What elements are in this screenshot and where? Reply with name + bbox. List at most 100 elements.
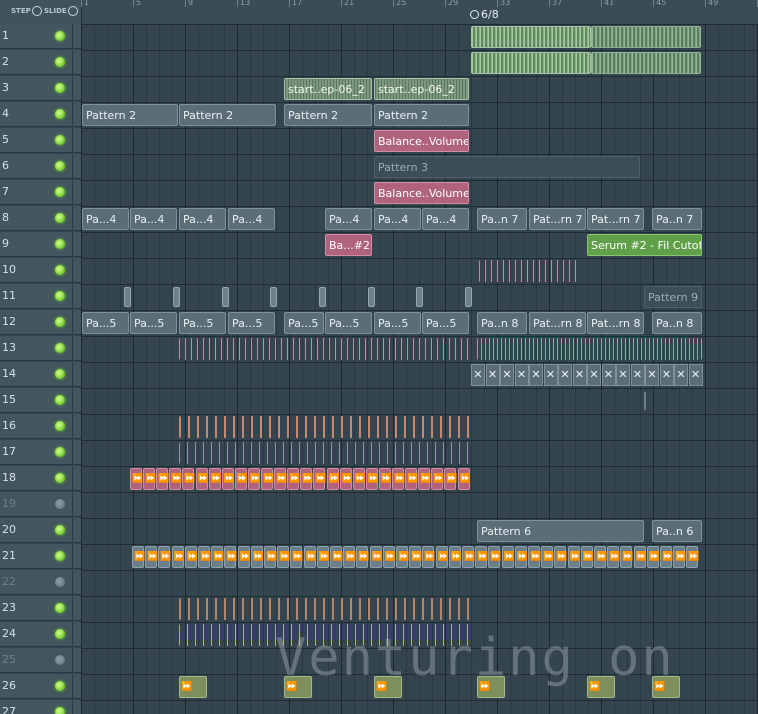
automation-clip[interactable]: ⏩ — [247, 468, 261, 490]
track-header[interactable]: 3 — [0, 76, 81, 101]
pattern-clip[interactable]: ⏩ — [145, 546, 158, 568]
track-mute-led-icon[interactable] — [55, 317, 65, 327]
track-header[interactable]: 24 — [0, 622, 81, 647]
track-header[interactable]: 5 — [0, 128, 81, 153]
track-mute-led-icon[interactable] — [55, 109, 65, 119]
automation-clip[interactable]: ⏩ — [326, 468, 340, 490]
track-header[interactable]: 8 — [0, 206, 81, 231]
pattern-clip-mini[interactable] — [644, 392, 646, 410]
track-mute-led-icon[interactable] — [55, 343, 65, 353]
pattern-clip[interactable]: ⏩ — [184, 546, 198, 568]
track-header[interactable]: 14 — [0, 362, 81, 387]
pattern-clip[interactable]: ⏩ — [158, 546, 172, 568]
track-header[interactable]: 27 — [0, 700, 81, 714]
pattern-clip-muted[interactable]: ✕ — [529, 364, 543, 386]
pattern-clip[interactable]: Pattern 2 — [179, 104, 276, 126]
track-mute-led-icon[interactable] — [55, 525, 65, 535]
track-header[interactable]: 9 — [0, 232, 81, 257]
track-header[interactable]: 20 — [0, 518, 81, 543]
track-mute-led-icon[interactable] — [55, 213, 65, 223]
track-header[interactable]: 2 — [0, 50, 81, 75]
pattern-clip[interactable]: ⏩ — [554, 546, 568, 568]
pattern-clip[interactable]: Pattern 6 — [477, 520, 644, 542]
track-header[interactable]: 13 — [0, 336, 81, 361]
step-radio-icon[interactable] — [31, 6, 42, 16]
pattern-clip-muted[interactable]: ✕ — [558, 364, 572, 386]
pattern-clip[interactable]: ⏩ — [290, 546, 304, 568]
pattern-clip[interactable]: Pa..n 7 — [652, 208, 702, 230]
pattern-clip[interactable]: ⏩ — [620, 546, 634, 568]
pattern-clip[interactable]: ⏩ — [607, 546, 620, 568]
track-mute-led-icon[interactable] — [55, 187, 65, 197]
pattern-clip[interactable]: ⏩ — [356, 546, 370, 568]
slide-toggle[interactable]: SLIDE — [44, 6, 78, 16]
pattern-clip[interactable]: Pa..n 6 — [652, 520, 702, 542]
pattern-clip-muted[interactable]: ✕ — [485, 364, 500, 386]
track-mute-led-icon[interactable] — [55, 57, 65, 67]
pattern-clip[interactable]: ⏩ — [514, 546, 528, 568]
track-mute-led-icon[interactable] — [55, 369, 65, 379]
pattern-clip[interactable]: Pattern 2 — [82, 104, 178, 126]
pattern-clip[interactable]: ⏩ — [488, 546, 502, 568]
pattern-clip[interactable]: Pa...4 — [325, 208, 372, 230]
track-mute-led-icon[interactable] — [55, 499, 65, 509]
pattern-clip[interactable]: ⏩ — [382, 546, 396, 568]
pattern-clip[interactable]: Pa...4 — [179, 208, 226, 230]
pattern-clip[interactable]: ⏩ — [179, 676, 207, 698]
pattern-clip[interactable]: ⏩ — [211, 546, 224, 568]
track-header[interactable]: 6 — [0, 154, 81, 179]
pattern-clip-muted[interactable]: ✕ — [659, 364, 674, 386]
pattern-clip[interactable]: Pa...5 — [422, 312, 469, 334]
track-header[interactable]: 10 — [0, 258, 81, 283]
pattern-clip[interactable]: Pa...4 — [228, 208, 275, 230]
track-mute-led-icon[interactable] — [55, 291, 65, 301]
pattern-clip[interactable]: ⏩ — [250, 546, 264, 568]
pattern-clip[interactable]: ⏩ — [303, 546, 317, 568]
track-header[interactable]: 4 — [0, 102, 81, 127]
automation-clip[interactable]: ⏩ — [169, 468, 183, 490]
track-mute-led-icon[interactable] — [55, 447, 65, 457]
audio-clip-wave[interactable] — [471, 52, 591, 74]
pattern-clip-mini[interactable] — [124, 287, 131, 307]
pattern-clip[interactable]: ⏩ — [264, 546, 277, 568]
pattern-clip-muted[interactable]: ✕ — [543, 364, 558, 386]
pattern-clip-muted[interactable]: ✕ — [630, 364, 645, 386]
automation-clip[interactable]: ⏩ — [405, 468, 418, 490]
pattern-clip[interactable]: ⏩ — [660, 546, 673, 568]
pattern-clip-notes[interactable] — [179, 442, 471, 464]
track-mute-led-icon[interactable] — [55, 265, 65, 275]
pattern-clip-muted[interactable]: ✕ — [645, 364, 659, 386]
pattern-clip-notes[interactable] — [179, 338, 471, 360]
pattern-clip-muted[interactable]: ✕ — [688, 364, 703, 386]
audio-clip[interactable]: start..ep-06_2 — [374, 78, 469, 100]
pattern-clip[interactable]: ⏩ — [171, 546, 185, 568]
automation-clip[interactable]: ⏩ — [378, 468, 392, 490]
track-mute-led-icon[interactable] — [55, 577, 65, 587]
pattern-clip-mini[interactable] — [368, 287, 375, 307]
pattern-clip-muted[interactable]: Pattern 3 — [374, 156, 640, 178]
pattern-clip[interactable]: Pa..n 8 — [477, 312, 527, 334]
pattern-clip[interactable]: Pat...rn 8 — [529, 312, 586, 334]
playlist-grid[interactable]: start..ep-06_2 start..ep-06_2 Pattern 2 … — [81, 24, 758, 714]
pattern-clip[interactable]: ⏩ — [316, 546, 330, 568]
track-mute-led-icon[interactable] — [55, 395, 65, 405]
pattern-clip[interactable]: ⏩ — [198, 546, 211, 568]
pattern-clip[interactable]: Pa...5 — [325, 312, 372, 334]
automation-clip[interactable]: ⏩ — [156, 468, 169, 490]
pattern-clip-notes[interactable] — [179, 416, 471, 438]
pattern-clip[interactable]: Pa..n 7 — [477, 208, 527, 230]
pattern-clip[interactable]: ⏩ — [435, 546, 449, 568]
time-signature-marker[interactable]: 6/8 — [470, 7, 499, 22]
automation-clip[interactable]: ⏩ — [234, 468, 248, 490]
automation-clip[interactable]: Ba...#2 — [325, 234, 372, 256]
pattern-clip[interactable]: ⏩ — [501, 546, 515, 568]
pattern-clip[interactable]: Pa...4 — [422, 208, 469, 230]
pattern-clip[interactable]: Pattern 2 — [374, 104, 469, 126]
pattern-clip-muted[interactable]: ✕ — [500, 364, 514, 386]
track-mute-led-icon[interactable] — [55, 421, 65, 431]
automation-clip[interactable]: ⏩ — [274, 468, 287, 490]
pattern-clip[interactable]: ⏩ — [237, 546, 251, 568]
automation-clip[interactable]: ⏩ — [365, 468, 379, 490]
track-header[interactable]: 25 — [0, 648, 81, 673]
pattern-clip-notes[interactable] — [479, 260, 579, 282]
